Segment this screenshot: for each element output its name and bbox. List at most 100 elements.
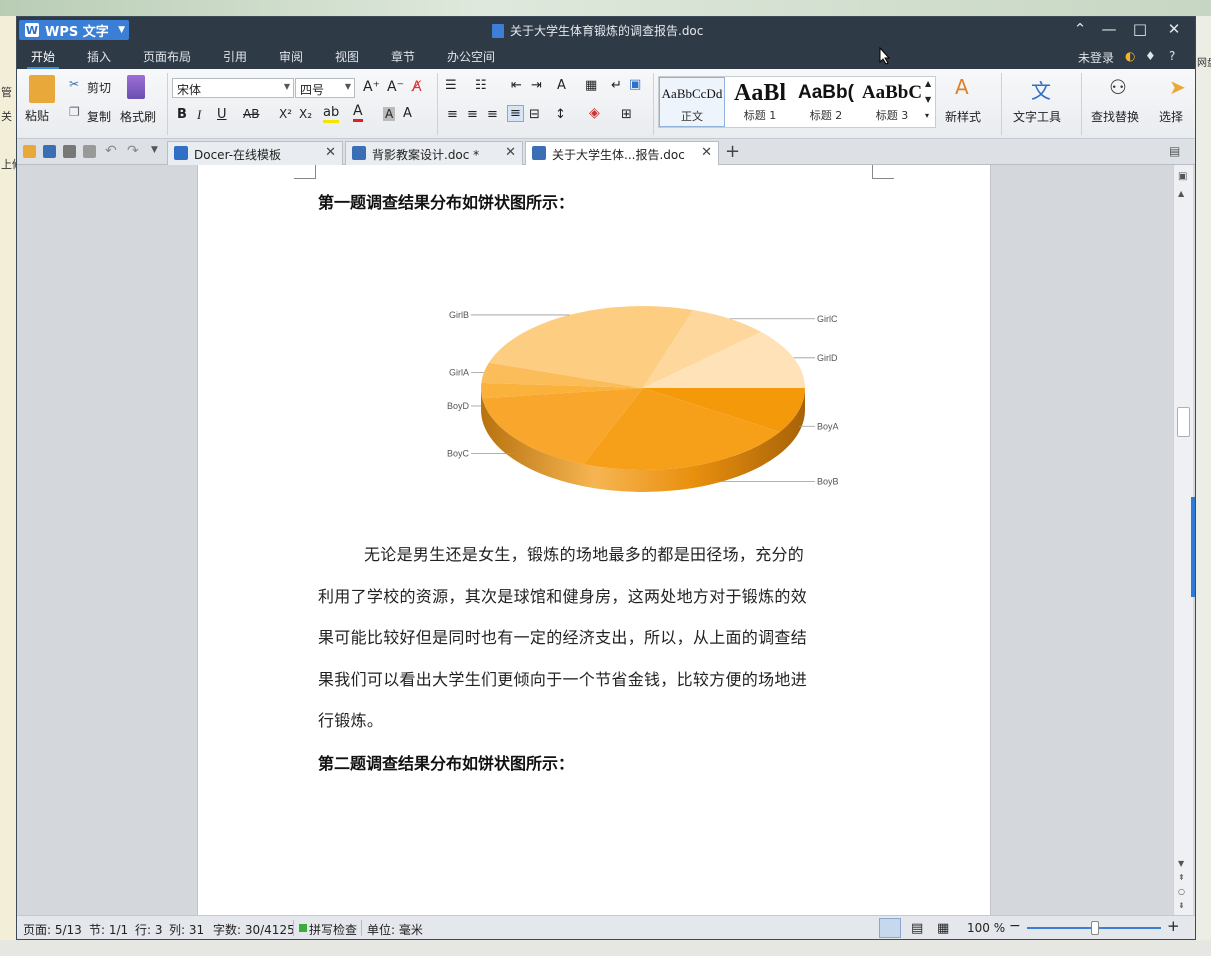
status-word-count[interactable]: 字数: 30/4125	[213, 921, 295, 938]
spell-check-button[interactable]: 拼写检查	[309, 921, 357, 938]
tab-review[interactable]: 审阅	[279, 48, 303, 65]
prev-page-icon[interactable]: ⇞	[1178, 873, 1185, 882]
tab-page-layout[interactable]: 页面布局	[143, 48, 191, 65]
zoom-in-icon[interactable]: +	[1167, 917, 1180, 935]
align-center-icon[interactable]: ≡	[467, 107, 478, 122]
open-folder-icon[interactable]	[23, 145, 36, 158]
tab-office-space[interactable]: 办公空间	[447, 48, 495, 65]
page-view-icon[interactable]	[879, 918, 901, 938]
increase-indent-icon[interactable]: ⇥	[531, 78, 542, 93]
help-button[interactable]: ?	[1169, 49, 1175, 63]
font-size-select[interactable]: 四号 ▼	[295, 78, 355, 98]
distribute-icon[interactable]: ⊟	[529, 107, 540, 122]
line-spacing-icon[interactable]: ↕	[555, 107, 566, 122]
tab-chapter[interactable]: 章节	[391, 48, 415, 65]
char-border-icon[interactable]: A	[403, 106, 412, 121]
new-style-button[interactable]: 新样式	[945, 108, 981, 125]
gallery-down-icon[interactable]: ▼	[925, 95, 931, 104]
tab-insert[interactable]: 插入	[87, 48, 111, 65]
text-tools-icon[interactable]: 文	[1031, 75, 1051, 104]
strikethrough-icon[interactable]: AB	[243, 107, 259, 121]
superscript-icon[interactable]: X²	[279, 107, 292, 121]
collapse-ribbon-icon[interactable]: ⌃	[1069, 20, 1091, 38]
shading-icon[interactable]: ◈	[589, 105, 600, 121]
scissors-icon[interactable]: ✂	[69, 77, 79, 91]
bullet-list-icon[interactable]: ☰	[445, 78, 457, 93]
shrink-font-icon[interactable]: A⁻	[387, 79, 404, 95]
login-link[interactable]: 未登录	[1078, 49, 1114, 66]
format-painter-button[interactable]: 格式刷	[120, 108, 156, 125]
select-button[interactable]: 选择	[1159, 108, 1183, 125]
status-page[interactable]: 页面: 5/13	[23, 921, 82, 938]
subscript-icon[interactable]: X₂	[299, 107, 312, 121]
tab-docer[interactable]: Docer-在线模板 ✕	[167, 141, 343, 165]
select-browse-icon[interactable]: ○	[1178, 887, 1185, 896]
copy-button[interactable]: 复制	[87, 108, 111, 125]
minimize-button[interactable]: —	[1098, 20, 1120, 38]
skin-icon[interactable]: ◐	[1125, 49, 1135, 63]
style-normal[interactable]: AaBbCcDd 正文	[659, 77, 725, 127]
style-heading-3[interactable]: AaBbC 标题 3	[859, 77, 925, 127]
font-name-select[interactable]: 宋体 ▼	[172, 78, 294, 98]
zoom-level[interactable]: 100 %	[967, 921, 1005, 935]
show-hide-icon[interactable]: ▣	[629, 77, 641, 92]
italic-icon[interactable]: I	[197, 107, 201, 123]
next-page-icon[interactable]: ⇟	[1178, 901, 1185, 910]
clear-format-icon[interactable]: A̸	[412, 79, 422, 95]
copy-icon[interactable]: ❐	[69, 105, 80, 119]
tab-report-doc[interactable]: 关于大学生体...报告.doc ✕	[525, 141, 719, 165]
scroll-thumb[interactable]	[1177, 407, 1190, 437]
document-page[interactable]: 第一题调查结果分布如饼状图所示： BoyA BoyB BoyC BoyD GirlA Gi…	[197, 165, 991, 925]
app-menu-button[interactable]: W WPS 文字 ▼	[19, 20, 129, 40]
bold-icon[interactable]: B	[177, 107, 187, 122]
highlight-icon[interactable]: ab	[323, 105, 340, 123]
underline-icon[interactable]: U	[217, 107, 227, 122]
border-icon[interactable]: ⊞	[621, 107, 632, 122]
align-left-icon[interactable]: ≡	[447, 107, 458, 122]
new-tab-icon[interactable]: +	[725, 141, 740, 162]
shirt-icon[interactable]: ♦	[1145, 49, 1156, 63]
table-grid-icon[interactable]: ▦	[585, 78, 597, 93]
scroll-up-icon[interactable]: ▲	[1178, 189, 1184, 198]
close-tab-icon[interactable]: ✕	[701, 145, 712, 160]
pie-chart[interactable]: BoyA BoyB BoyC BoyD GirlA GirlB GirlC GirlD	[198, 220, 992, 520]
tab-list-icon[interactable]: ▤	[1169, 144, 1180, 158]
scroll-settings-icon[interactable]: ▣	[1178, 171, 1187, 182]
style-heading-2[interactable]: AaBb( 标题 2	[793, 77, 859, 127]
customize-toolbar-icon[interactable]: ▼	[151, 145, 158, 155]
save-icon[interactable]	[43, 145, 56, 158]
align-right-icon[interactable]: ≡	[487, 107, 498, 122]
font-color-icon[interactable]: A	[353, 103, 363, 122]
paste-icon[interactable]	[29, 75, 55, 103]
new-style-icon[interactable]: A	[955, 75, 969, 99]
paragraph-mark-icon[interactable]: ↵	[611, 78, 622, 93]
tab-view[interactable]: 视图	[335, 48, 359, 65]
binoculars-icon[interactable]: ⚇	[1109, 75, 1127, 99]
vertical-scrollbar[interactable]: ▣ ▲ ▼ ⇞ ○ ⇟	[1173, 165, 1193, 915]
char-shading-icon[interactable]: A	[383, 107, 396, 121]
close-tab-icon[interactable]: ✕	[325, 145, 336, 160]
gallery-more-icon[interactable]: ▾	[925, 111, 929, 120]
redo-icon[interactable]: ↷	[127, 143, 139, 159]
scroll-down-icon[interactable]: ▼	[1178, 859, 1184, 868]
cut-button[interactable]: 剪切	[87, 79, 111, 96]
text-tools-button[interactable]: 文字工具	[1013, 108, 1061, 125]
format-painter-icon[interactable]	[127, 75, 145, 99]
web-view-icon[interactable]: ▦	[937, 921, 949, 936]
print-preview-icon[interactable]	[83, 145, 96, 158]
select-cursor-icon[interactable]: ➤	[1169, 75, 1186, 99]
zoom-slider-thumb[interactable]	[1091, 921, 1099, 935]
style-heading-1[interactable]: AaBl 标题 1	[727, 77, 793, 127]
print-icon[interactable]	[63, 145, 76, 158]
justify-icon[interactable]: ≡	[507, 105, 524, 122]
numbered-list-icon[interactable]: ☷	[475, 78, 487, 93]
tab-beiying-doc[interactable]: 背影教案设计.doc * ✕	[345, 141, 523, 165]
close-button[interactable]: ✕	[1163, 20, 1185, 38]
gallery-up-icon[interactable]: ▲	[925, 79, 931, 88]
tab-references[interactable]: 引用	[223, 48, 247, 65]
close-tab-icon[interactable]: ✕	[505, 145, 516, 160]
decrease-indent-icon[interactable]: ⇤	[511, 78, 522, 93]
side-panel-toggle[interactable]	[1191, 497, 1195, 597]
grow-font-icon[interactable]: A⁺	[363, 79, 380, 95]
find-replace-button[interactable]: 查找替换	[1091, 108, 1139, 125]
